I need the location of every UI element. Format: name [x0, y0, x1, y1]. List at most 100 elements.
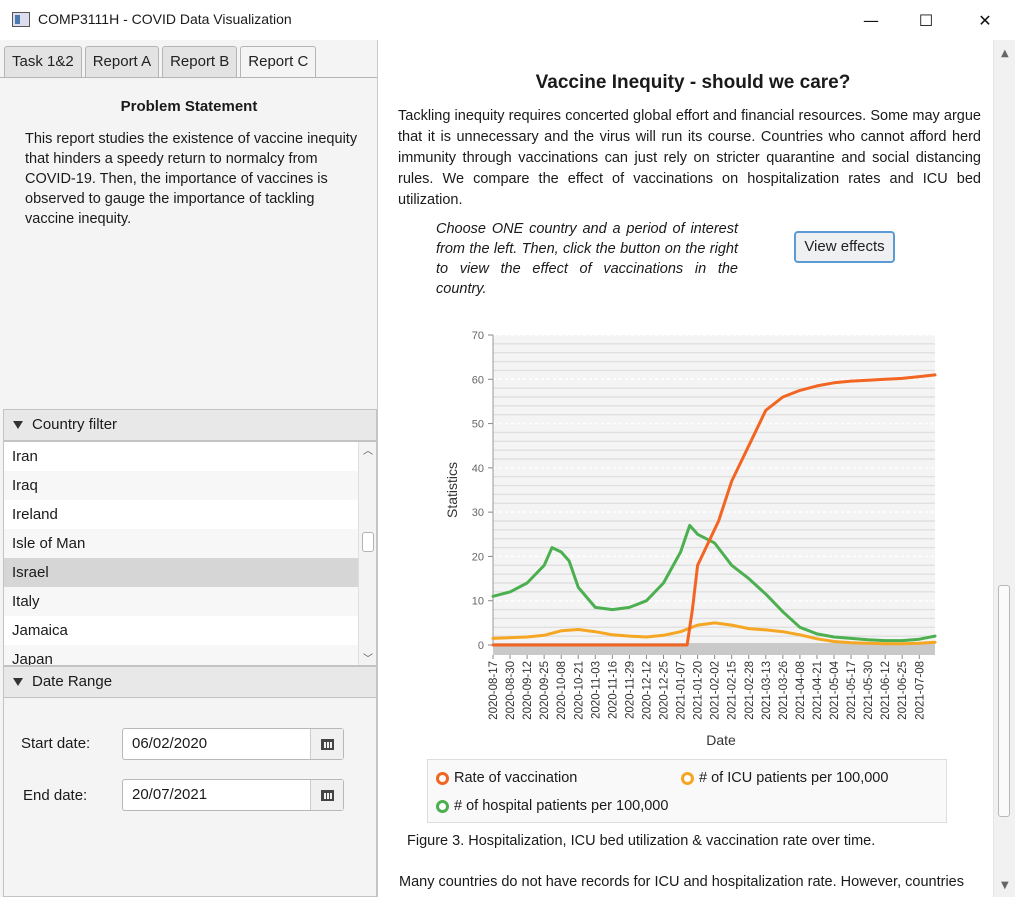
end-date-value[interactable]: 20/07/2021 [132, 786, 207, 803]
start-date-picker[interactable]: 06/02/2020 [122, 728, 344, 760]
tab-task-1-2[interactable]: Task 1&2 [4, 46, 82, 77]
x-tick-label: 2020-08-17 [488, 661, 500, 720]
y-tick-label: 20 [472, 551, 484, 563]
date-range-title: Date Range [32, 673, 113, 690]
figure-caption: Figure 3. Hospitalization, ICU bed utili… [407, 833, 876, 849]
country-list[interactable]: Iran Iraq Ireland Isle of Man Israel Ita… [3, 441, 377, 666]
country-filter-title: Country filter [32, 416, 118, 433]
scroll-up-icon[interactable]: ︿ [363, 442, 373, 457]
maximize-button[interactable]: ☐ [903, 0, 949, 40]
list-item[interactable]: Isle of Man [4, 529, 359, 558]
country-filter-header[interactable]: Country filter [3, 409, 377, 441]
x-tick-label: 2021-06-12 [880, 661, 892, 720]
y-tick-label: 50 [472, 419, 484, 431]
y-tick-label: 10 [472, 596, 484, 608]
end-date-label: End date: [23, 787, 88, 804]
country-list-scrollbar[interactable]: ︿ ﹀ [358, 442, 376, 665]
x-tick-label: 2021-01-20 [693, 661, 705, 720]
x-tick-label: 2021-05-04 [829, 660, 841, 719]
date-range-panel: Start date: 06/02/2020 End date: 20/07/2… [3, 698, 377, 897]
x-tick-label: 2021-05-30 [863, 661, 875, 720]
x-tick-label: 2020-10-21 [573, 661, 585, 720]
x-tick-label: 2020-10-08 [556, 661, 568, 720]
x-tick-label: 2020-11-29 [624, 661, 636, 719]
start-date-value[interactable]: 06/02/2020 [132, 735, 207, 752]
date-range-header[interactable]: Date Range [3, 666, 377, 698]
end-date-picker[interactable]: 20/07/2021 [122, 779, 344, 811]
list-item[interactable]: Iraq [4, 471, 359, 500]
list-item-selected[interactable]: Israel [4, 558, 359, 587]
x-tick-label: 2021-02-02 [710, 661, 722, 720]
x-tick-label: 2020-09-25 [539, 661, 551, 720]
report-continued-text: Many countries do not have records for I… [399, 874, 964, 890]
problem-statement-text: This report studies the existence of vac… [25, 131, 358, 227]
minimize-button[interactable]: — [848, 0, 894, 40]
legend-marker-icon [436, 771, 449, 785]
x-tick-label: 2021-03-13 [761, 661, 773, 720]
tab-report-c[interactable]: Report C [240, 46, 317, 78]
x-tick-label: 2021-01-07 [676, 661, 688, 720]
tab-report-b[interactable]: Report B [162, 46, 238, 77]
x-tick-label: 2021-04-08 [795, 661, 807, 720]
x-axis-title: Date [706, 732, 736, 748]
problem-statement-title: Problem Statement [120, 98, 258, 115]
calendar-icon[interactable] [310, 780, 343, 810]
list-item[interactable]: Iran [4, 442, 359, 471]
view-effects-button[interactable]: View effects [794, 231, 895, 263]
legend-item: Rate of vaccination [436, 770, 577, 786]
x-tick-label: 2021-04-21 [812, 661, 824, 720]
tab-bar: Task 1&2 Report A Report B Report C [4, 46, 319, 78]
y-tick-label: 0 [478, 640, 484, 652]
tab-divider [0, 77, 377, 78]
y-tick-label: 70 [472, 330, 484, 342]
y-tick-label: 60 [472, 374, 484, 386]
instruction-text: Choose ONE country and a period of inter… [436, 221, 738, 297]
legend-marker-icon [681, 771, 694, 785]
scroll-up-icon[interactable]: ▲ [1001, 48, 1009, 59]
scroll-down-icon[interactable]: ▼ [1001, 880, 1009, 891]
tab-report-a[interactable]: Report A [84, 46, 160, 77]
report-paragraph: Tackling inequity requires concerted glo… [398, 108, 981, 208]
legend-label: # of ICU patients per 100,000 [699, 770, 889, 786]
left-pane: Task 1&2 Report A Report B Report C Prob… [0, 40, 378, 897]
effects-line-chart: 0 10 20 30 40 50 60 70 2020-08-17 2020-08-30 2020-… [444, 330, 937, 748]
legend-item: # of hospital patients per 100,000 [436, 798, 668, 814]
list-item[interactable]: Jamaica [4, 616, 359, 645]
x-tick-label: 2020-09-12 [522, 661, 534, 720]
x-tick-label: 2021-05-17 [846, 661, 858, 720]
legend-item: # of ICU patients per 100,000 [681, 770, 888, 786]
app-icon [12, 12, 30, 27]
title-bar: COMP3111H - COVID Data Visualization — ☐… [0, 0, 1015, 40]
list-item[interactable]: Ireland [4, 500, 359, 529]
list-item[interactable]: Italy [4, 587, 359, 616]
x-tick-label: 2021-03-26 [778, 661, 790, 720]
x-tick-label: 2020-12-25 [659, 661, 671, 720]
window-title: COMP3111H - COVID Data Visualization [38, 11, 292, 27]
x-tick-label: 2020-08-30 [505, 661, 517, 720]
scroll-down-icon[interactable]: ﹀ [363, 650, 373, 665]
scroll-thumb[interactable] [362, 532, 374, 552]
collapse-arrow-icon [13, 678, 23, 686]
chart-legend: Rate of vaccination # of ICU patients pe… [427, 759, 947, 823]
close-button[interactable]: ✕ [962, 0, 1008, 40]
legend-marker-icon [436, 799, 449, 813]
x-tick-label: 2021-06-25 [897, 661, 909, 720]
y-tick-label: 40 [472, 463, 484, 475]
y-axis-title: Statistics [444, 462, 460, 518]
x-tick-label: 2020-11-03 [590, 661, 602, 719]
y-tick-label: 30 [472, 507, 484, 519]
report-title: Vaccine Inequity - should we care? [535, 72, 851, 93]
x-tick-label: 2021-07-08 [914, 661, 926, 720]
scroll-thumb[interactable] [998, 585, 1010, 817]
legend-label: Rate of vaccination [454, 770, 578, 786]
legend-label: # of hospital patients per 100,000 [454, 798, 669, 814]
start-date-label: Start date: [21, 735, 91, 752]
report-scrollbar[interactable]: ▲ ▼ [993, 40, 1015, 897]
collapse-arrow-icon [13, 421, 23, 429]
calendar-icon[interactable] [310, 729, 343, 759]
list-item[interactable]: Japan [4, 645, 359, 665]
x-tick-label: 2021-02-15 [727, 661, 739, 720]
x-tick-label: 2020-11-16 [607, 661, 619, 719]
x-tick-label: 2020-12-12 [641, 661, 653, 720]
x-tick-label: 2021-02-28 [744, 661, 756, 720]
